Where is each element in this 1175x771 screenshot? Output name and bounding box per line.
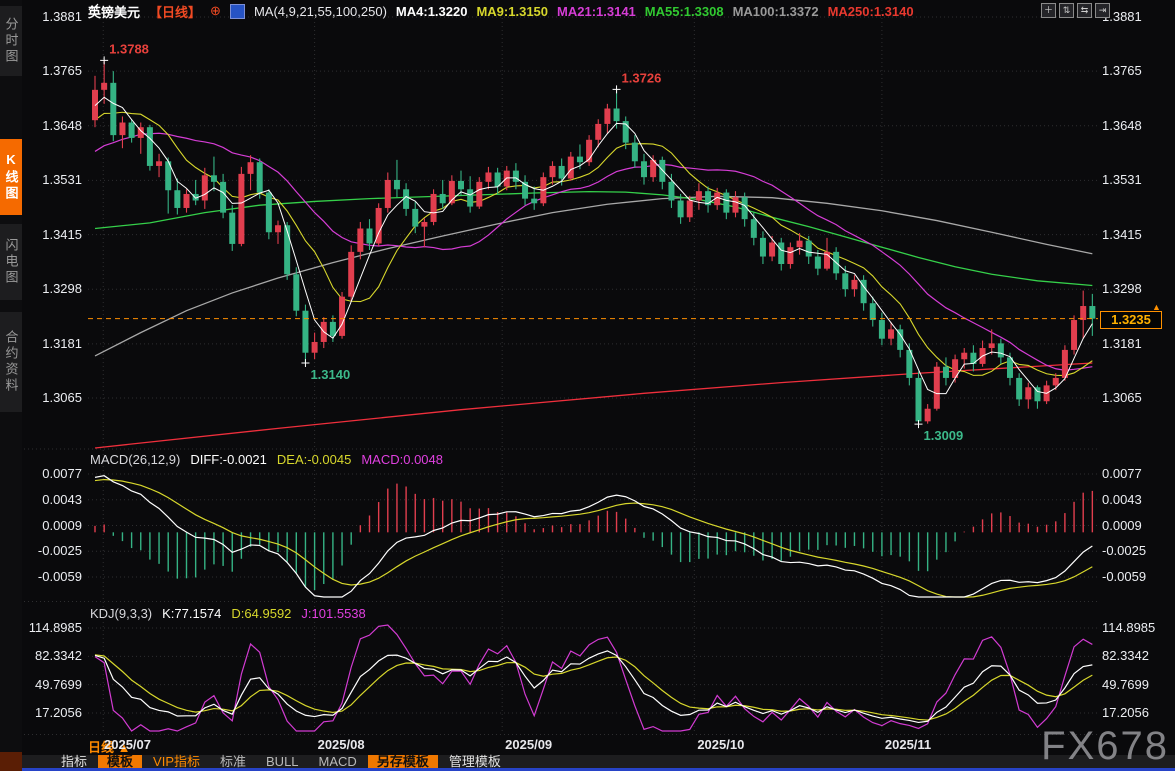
y-axis-label: 1.3881 bbox=[42, 9, 82, 24]
y-axis-label: 17.2056 bbox=[35, 705, 82, 720]
ma55-value: MA55:1.3308 bbox=[644, 3, 724, 19]
y-axis-label: 0.0077 bbox=[1102, 466, 1142, 481]
price-chart-svg[interactable]: 1.3788 1.3726 1.3140 1.3009 bbox=[0, 0, 1175, 771]
y-axis-label: -0.0059 bbox=[37, 569, 82, 584]
macd-panel-title: MACD(26,12,9) DIFF:-0.0021 DEA:-0.0045 M… bbox=[90, 452, 443, 467]
y-axis-label: 49.7699 bbox=[1102, 676, 1149, 692]
y-axis-label: 114.8985 bbox=[28, 620, 82, 635]
diff-value: DIFF:-0.0021 bbox=[190, 452, 267, 467]
y-axis-label: 0.0009 bbox=[42, 517, 82, 533]
y-scale-icon[interactable]: ⇅ bbox=[1059, 3, 1074, 18]
ma-settings-label: MA(4,9,21,55,100,250) bbox=[253, 3, 387, 19]
ma-indicator-icon[interactable] bbox=[88, 3, 245, 19]
ma21-value: MA21:1.3141 bbox=[557, 3, 636, 19]
sidebar-item-contract-info[interactable]: 合约资料 bbox=[0, 312, 22, 412]
d-value: D:64.9592 bbox=[231, 606, 292, 621]
sidebar-item-time-chart[interactable]: 分时图 bbox=[0, 6, 22, 76]
sidebar-item-lightning-chart[interactable]: 闪电图 bbox=[0, 224, 22, 300]
pan-right-icon[interactable]: ⇥ bbox=[1095, 3, 1110, 18]
svg-text:1.3726: 1.3726 bbox=[622, 70, 662, 85]
dea-value: DEA:-0.0045 bbox=[276, 452, 352, 467]
y-axis-label: 1.3181 bbox=[42, 335, 82, 351]
y-axis-label: 1.3181 bbox=[1102, 335, 1142, 351]
y-axis-label: 0.0043 bbox=[42, 491, 82, 507]
y-axis-label: 1.3065 bbox=[1102, 390, 1142, 405]
macd-title: MACD(26,12,9) bbox=[90, 452, 181, 467]
y-axis-label: 1.3298 bbox=[1102, 281, 1142, 297]
chart-header: 英镑美元 【日线】 ⊕ MA(4,9,21,55,100,250) MA4:1.… bbox=[88, 2, 914, 20]
y-axis-label: 17.2056 bbox=[1102, 705, 1149, 720]
tab-templates[interactable]: 模板 bbox=[98, 755, 143, 769]
app-window: 分时图 K线图 闪电图 合约资料 英镑美元 【日线】 ⊕ MA(4,9,21,5… bbox=[0, 0, 1175, 771]
x-axis-date-label: 2025/09 bbox=[505, 737, 553, 752]
macd-value: MACD:0.0048 bbox=[361, 452, 443, 467]
y-axis-label: 1.3765 bbox=[42, 63, 82, 79]
x-axis-date-label: 2025/10 bbox=[697, 737, 745, 752]
y-axis-label: 1.3065 bbox=[42, 390, 82, 405]
x-axis-date-label: 2025/07 bbox=[104, 737, 151, 752]
tab-indicators[interactable]: 指标 bbox=[52, 755, 96, 769]
y-axis-label: 1.3648 bbox=[1102, 117, 1142, 133]
tab-bull[interactable]: BULL bbox=[257, 755, 308, 769]
svg-text:1.3009: 1.3009 bbox=[924, 428, 964, 443]
kdj-title: KDJ(9,3,3) bbox=[90, 606, 153, 621]
tab-vip-indicators[interactable]: VIP指标 bbox=[144, 755, 209, 769]
svg-text:1.3788: 1.3788 bbox=[109, 41, 149, 56]
left-sidebar: 分时图 K线图 闪电图 合约资料 bbox=[0, 0, 22, 752]
y-axis-label: 0.0043 bbox=[1102, 491, 1142, 507]
tab-macd[interactable]: MACD bbox=[310, 755, 366, 769]
sidebar-item-kline-chart[interactable]: K线图 bbox=[0, 139, 22, 215]
ma4-value: MA4:1.3220 bbox=[395, 3, 468, 19]
k-value: K:77.1574 bbox=[162, 606, 222, 621]
current-price-tag: 1.3235 bbox=[1100, 310, 1162, 329]
svg-text:1.3140: 1.3140 bbox=[310, 367, 350, 382]
y-axis-label: 1.3415 bbox=[1102, 226, 1142, 242]
ma100-value: MA100:1.3372 bbox=[732, 3, 819, 19]
y-axis-label: 0.0077 bbox=[42, 466, 82, 481]
x-axis-date-label: 2025/11 bbox=[884, 737, 932, 752]
time-axis-row: 日线 ▲ 2025/07 2025/08 2025/09 2025/10 2025/11 bbox=[0, 735, 1175, 755]
y-axis-label: 1.3415 bbox=[42, 226, 82, 242]
corner-swatch bbox=[0, 752, 22, 771]
period-tag[interactable]: 【日线】 bbox=[149, 2, 201, 21]
y-axis-label: 0.0009 bbox=[1102, 517, 1142, 533]
y-axis-label: 1.3531 bbox=[1102, 172, 1142, 188]
y-axis-label: 82.3342 bbox=[1102, 648, 1149, 664]
y-axis-label: -0.0025 bbox=[1102, 543, 1147, 559]
watermark: FX678 bbox=[1041, 724, 1169, 768]
bottom-tab-bar: 指标 模板 VIP指标 标准 BULL MACD 另存模板 管理模板 bbox=[22, 755, 1175, 769]
y-axis-label: 49.7699 bbox=[35, 676, 82, 692]
ma9-value: MA9:1.3150 bbox=[476, 3, 549, 19]
y-axis-label: -0.0059 bbox=[1102, 569, 1147, 584]
circle-plus-icon[interactable]: ⊕ bbox=[210, 3, 221, 19]
ma250-value: MA250:1.3140 bbox=[827, 3, 914, 19]
y-axis-label: 1.3765 bbox=[1102, 63, 1142, 79]
tab-standard[interactable]: 标准 bbox=[211, 755, 255, 769]
x-axis-date-label: 2025/08 bbox=[317, 737, 365, 752]
tab-manage-template[interactable]: 管理模板 bbox=[440, 755, 510, 769]
crosshair-icon[interactable]: ＋ bbox=[1041, 3, 1056, 18]
y-axis-label: -0.0025 bbox=[37, 543, 82, 559]
tab-save-template[interactable]: 另存模板 bbox=[367, 755, 438, 769]
y-axis-label: 1.3298 bbox=[42, 281, 82, 297]
y-axis-label: 82.3342 bbox=[35, 648, 82, 664]
y-axis-label: 1.3531 bbox=[42, 172, 82, 188]
kdj-panel-title: KDJ(9,3,3) K:77.1574 D:64.9592 J:101.553… bbox=[90, 606, 366, 621]
j-value: J:101.5538 bbox=[301, 606, 366, 621]
x-scale-icon[interactable]: ⇆ bbox=[1077, 3, 1092, 18]
y-axis-label: 114.8985 bbox=[1102, 620, 1156, 635]
chart-toolbar: ＋ ⇅ ⇆ ⇥ bbox=[1041, 3, 1110, 18]
y-axis-label: 1.3648 bbox=[42, 117, 82, 133]
